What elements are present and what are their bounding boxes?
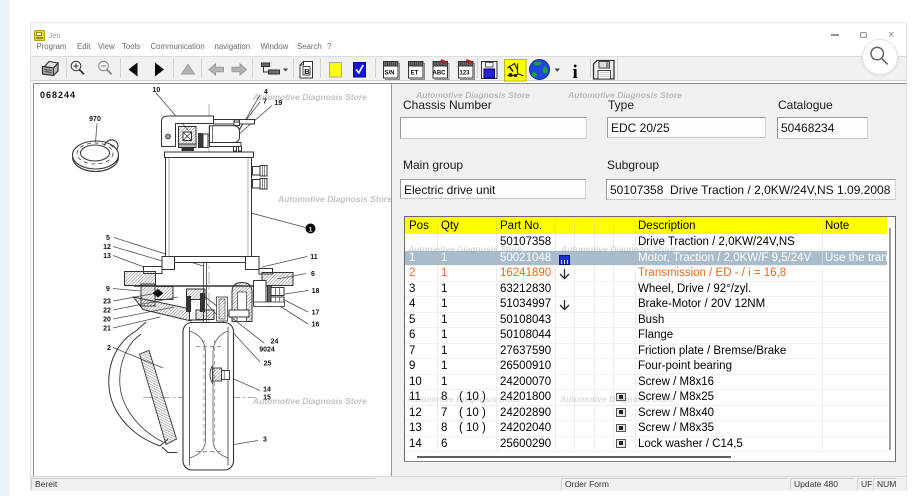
svg-text:17: 17 <box>312 310 320 317</box>
svg-text:13: 13 <box>103 253 111 260</box>
svg-text:123: 123 <box>459 71 470 77</box>
svg-text:1: 1 <box>309 226 313 233</box>
svg-text:B: B <box>304 67 310 76</box>
svg-text:9: 9 <box>106 286 110 293</box>
svg-text:3: 3 <box>263 437 267 444</box>
svg-text:2: 2 <box>107 345 111 352</box>
svg-text:16: 16 <box>312 322 320 329</box>
svg-text:24: 24 <box>271 339 279 346</box>
svg-text:21: 21 <box>103 326 111 333</box>
svg-text:ABC: ABC <box>433 71 447 77</box>
svg-text:14: 14 <box>263 387 271 394</box>
svg-text:25: 25 <box>264 361 272 368</box>
svg-text:9024: 9024 <box>259 347 275 354</box>
svg-text:970: 970 <box>89 116 101 123</box>
svg-text:ET: ET <box>411 71 419 77</box>
svg-text:S/N: S/N <box>384 71 394 77</box>
svg-text:22: 22 <box>103 308 111 315</box>
svg-text:068244: 068244 <box>40 90 76 100</box>
svg-text:18: 18 <box>312 288 320 295</box>
svg-text:6: 6 <box>311 271 315 278</box>
svg-text:20: 20 <box>103 317 111 324</box>
svg-text:15: 15 <box>263 395 271 402</box>
svg-text:23: 23 <box>103 299 111 306</box>
svg-text:12: 12 <box>103 244 111 251</box>
svg-text:19: 19 <box>275 100 283 107</box>
svg-text:i: i <box>573 62 578 83</box>
svg-text:7: 7 <box>263 99 267 106</box>
svg-text:5: 5 <box>106 235 110 242</box>
svg-text:4: 4 <box>264 89 268 96</box>
svg-text:11: 11 <box>310 254 318 261</box>
